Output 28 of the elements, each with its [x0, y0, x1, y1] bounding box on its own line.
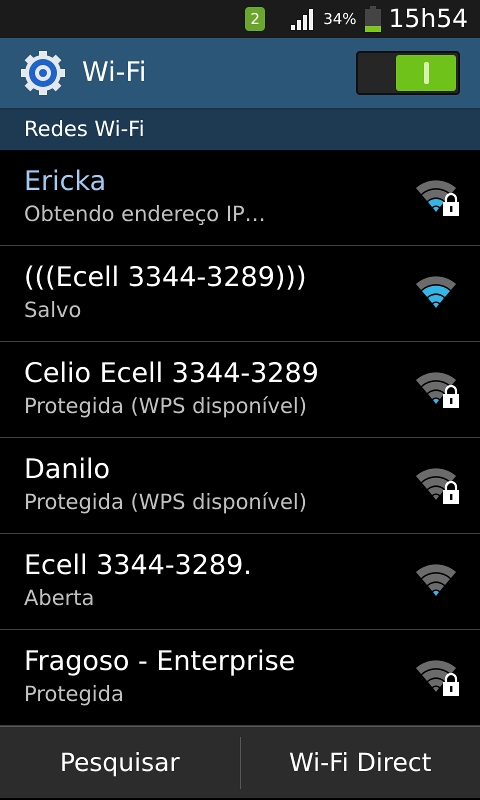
battery-percent: 34%: [323, 8, 357, 30]
battery-icon: [364, 6, 381, 32]
network-status: Salvo: [24, 296, 82, 324]
network-item[interactable]: Danilo Protegida (WPS disponível): [0, 438, 480, 534]
signal-icon: [289, 8, 316, 30]
network-item[interactable]: Celio Ecell 3344-3289 Protegida (WPS disponível): [0, 342, 480, 438]
section-header: Redes Wi-Fi: [24, 116, 145, 144]
network-status: Obtendo endereço IP…: [24, 200, 267, 228]
settings-icon: [20, 50, 66, 96]
network-name: Celio Ecell 3344-3289: [24, 356, 320, 391]
footer-button[interactable]: Wi-Fi Direct: [240, 726, 480, 798]
network-name: Fragoso - Enterprise: [24, 644, 296, 679]
footer-button[interactable]: Pesquisar: [0, 726, 240, 798]
wifi-switch[interactable]: [356, 51, 460, 95]
network-item[interactable]: (((Ecell 3344-3289))) Salvo: [0, 246, 480, 342]
network-status: Protegida: [24, 680, 125, 708]
network-name: Ecell 3344-3289.: [24, 548, 253, 583]
network-name: (((Ecell 3344-3289))): [24, 260, 308, 295]
network-status: Protegida (WPS disponível): [24, 488, 308, 516]
clock: 15h54: [388, 3, 468, 36]
screen-title: Wi-Fi: [82, 56, 148, 90]
network-name: Danilo: [24, 452, 111, 487]
network-item[interactable]: Ecell 3344-3289. Aberta: [0, 534, 480, 630]
sim-icon: 2: [245, 7, 266, 31]
network-status: Aberta: [24, 584, 96, 612]
network-item[interactable]: Ericka Obtendo endereço IP…: [0, 150, 480, 246]
network-name: Ericka: [24, 164, 108, 199]
network-status: Protegida (WPS disponível): [24, 392, 308, 420]
